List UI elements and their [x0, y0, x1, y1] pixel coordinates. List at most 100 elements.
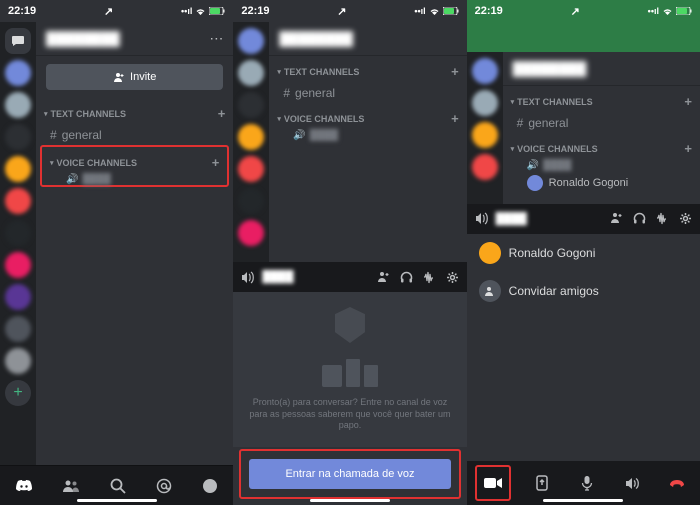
speaker-icon: 🔊	[527, 160, 539, 171]
add-guild-button[interactable]: +	[5, 380, 31, 406]
guild-item[interactable]	[238, 92, 264, 118]
status-arrow: ↗	[104, 5, 113, 18]
guild-item[interactable]	[472, 154, 498, 180]
voice-channels-category[interactable]: ▾ VOICE CHANNELS +	[269, 103, 466, 130]
guild-item[interactable]	[5, 156, 31, 182]
voice-channel-item[interactable]: 🔊 ████	[269, 130, 466, 141]
channel-general[interactable]: # general	[36, 125, 233, 145]
text-channels-category[interactable]: ▾ TEXT CHANNELS +	[269, 56, 466, 83]
invite-friends-row[interactable]: Convidar amigos	[467, 272, 700, 310]
guild-item[interactable]	[472, 58, 498, 84]
guild-item[interactable]	[238, 220, 264, 246]
screen-step-3: 22:19 ↗ ••ıl ████████ ▾ TEXT CHANNELS	[467, 0, 700, 505]
person-add-icon[interactable]	[610, 212, 623, 225]
voice-prompt-text: Pronto(a) para conversar? Entre no canal…	[243, 397, 456, 432]
battery-icon	[209, 7, 225, 15]
voice-channels-category[interactable]: ▾ VOICE CHANNELS +	[42, 147, 227, 174]
server-header[interactable]: ████████	[503, 52, 700, 86]
member-row[interactable]: Ronaldo Gogoni	[467, 234, 700, 272]
voice-channel-item[interactable]: 🔊 ████	[503, 160, 700, 171]
signal-icon: ••ıl	[181, 6, 192, 16]
headphones-icon[interactable]	[400, 271, 413, 284]
gear-icon[interactable]	[679, 212, 692, 225]
active-call-banner[interactable]	[467, 22, 700, 52]
guild-item[interactable]	[5, 188, 31, 214]
guild-rail	[467, 52, 503, 204]
add-channel-icon[interactable]: +	[451, 111, 459, 126]
status-time: 22:19	[241, 5, 269, 17]
screen-share-icon[interactable]	[528, 469, 556, 497]
screen-step-1: 22:19 ↗ ••ıl +	[0, 0, 233, 505]
guild-item[interactable]	[5, 60, 31, 86]
status-time: 22:19	[475, 5, 503, 17]
video-button-highlighted	[475, 465, 511, 501]
add-channel-icon[interactable]: +	[684, 141, 692, 156]
guild-item[interactable]	[472, 122, 498, 148]
hangup-icon[interactable]	[663, 469, 691, 497]
status-bar: 22:19 ↗ ••ıl	[233, 0, 466, 22]
server-header[interactable]: ████████	[269, 22, 466, 56]
guild-item[interactable]	[238, 60, 264, 86]
wifi-icon	[195, 7, 206, 15]
guild-item[interactable]	[238, 188, 264, 214]
tab-search-icon[interactable]	[110, 478, 126, 494]
noise-suppression-icon[interactable]	[423, 271, 436, 284]
mic-icon[interactable]	[573, 469, 601, 497]
add-channel-icon[interactable]: +	[218, 106, 226, 121]
hash-icon: #	[50, 128, 57, 142]
channel-general[interactable]: # general	[503, 113, 700, 133]
join-voice-button[interactable]: Entrar na chamada de voz	[249, 459, 450, 489]
headphones-icon[interactable]	[633, 212, 646, 225]
channel-general[interactable]: # general	[269, 83, 466, 103]
guild-item[interactable]	[5, 124, 31, 150]
speaker-icon	[241, 271, 254, 284]
tab-discord-icon[interactable]	[15, 479, 33, 493]
voice-channels-highlighted: ▾ VOICE CHANNELS + 🔊 ████	[40, 145, 229, 187]
battery-icon	[676, 7, 692, 15]
guild-item[interactable]	[472, 90, 498, 116]
server-header[interactable]: ████████ ⋯	[36, 22, 233, 56]
voice-channel-item[interactable]: 🔊 ████	[42, 174, 227, 185]
noise-suppression-icon[interactable]	[656, 212, 669, 225]
tab-profile-icon[interactable]	[202, 478, 218, 494]
text-channels-category[interactable]: ▾ TEXT CHANNELS +	[503, 86, 700, 113]
gear-icon[interactable]	[446, 271, 459, 284]
guild-item[interactable]	[238, 156, 264, 182]
speaker-icon	[475, 212, 488, 225]
speaker-icon: 🔊	[66, 174, 78, 185]
hash-icon: #	[517, 116, 524, 130]
person-add-icon	[113, 72, 125, 82]
voice-channels-category[interactable]: ▾ VOICE CHANNELS +	[503, 133, 700, 160]
dm-button[interactable]	[5, 28, 31, 54]
guild-item[interactable]	[5, 220, 31, 246]
hash-icon: #	[283, 86, 290, 100]
guild-item[interactable]	[5, 348, 31, 374]
channel-panel: ████████ ⋯ Invite ▾ TEXT CHANNELS + # ge…	[36, 22, 233, 465]
server-name: ████████	[46, 31, 209, 46]
guild-item[interactable]	[238, 28, 264, 54]
tab-mentions-icon[interactable]	[156, 478, 172, 494]
voice-panel-header: ████	[467, 204, 700, 234]
guild-item[interactable]	[5, 252, 31, 278]
voice-illustration	[290, 307, 410, 387]
guild-item[interactable]	[5, 284, 31, 310]
person-add-icon[interactable]	[377, 271, 390, 284]
guild-rail	[233, 22, 269, 262]
avatar	[479, 242, 501, 264]
voice-member[interactable]: Ronaldo Gogoni	[503, 171, 700, 195]
volume-icon[interactable]	[618, 469, 646, 497]
guild-item[interactable]	[5, 316, 31, 342]
speaker-icon: 🔊	[293, 130, 305, 141]
add-channel-icon[interactable]: +	[684, 94, 692, 109]
guild-item[interactable]	[238, 124, 264, 150]
status-arrow: ↗	[337, 5, 346, 18]
tab-friends-icon[interactable]	[63, 479, 79, 493]
add-channel-icon[interactable]: +	[451, 64, 459, 79]
status-time: 22:19	[8, 5, 36, 17]
video-icon[interactable]	[479, 469, 507, 497]
more-icon[interactable]: ⋯	[209, 30, 223, 47]
guild-item[interactable]	[5, 92, 31, 118]
text-channels-category[interactable]: ▾ TEXT CHANNELS +	[36, 98, 233, 125]
add-channel-icon[interactable]: +	[212, 155, 220, 170]
invite-button[interactable]: Invite	[46, 64, 223, 90]
